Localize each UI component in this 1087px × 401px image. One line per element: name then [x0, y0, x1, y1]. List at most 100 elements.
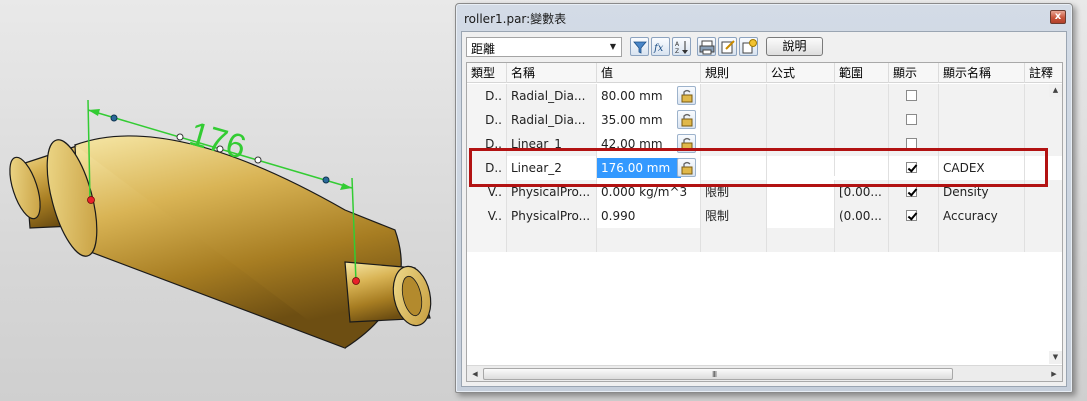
- lock-button[interactable]: [677, 134, 696, 153]
- value-text-selected[interactable]: 176.00 mm: [597, 158, 681, 178]
- cell-show[interactable]: [889, 108, 939, 132]
- cell-rule[interactable]: [701, 156, 767, 180]
- scrollbar-thumb[interactable]: III: [483, 368, 953, 380]
- header-rule[interactable]: 規則: [701, 63, 767, 83]
- cell-formula[interactable]: [767, 108, 835, 132]
- formula-button[interactable]: fx: [651, 37, 670, 56]
- cell-rule[interactable]: 限制: [701, 204, 767, 228]
- cell-rule[interactable]: 限制: [701, 180, 767, 204]
- cell-value[interactable]: 35.00 mm: [597, 108, 701, 132]
- show-checkbox-checked[interactable]: [906, 210, 917, 221]
- cell-value[interactable]: 42.00 mm: [597, 132, 701, 156]
- cell-comment[interactable]: [1025, 132, 1062, 156]
- header-show[interactable]: 顯示: [889, 63, 939, 83]
- cell-value[interactable]: 0.000 kg/m^3: [597, 180, 701, 204]
- cell-value[interactable]: 80.00 mm: [597, 84, 701, 108]
- cell-display-name[interactable]: [939, 84, 1025, 108]
- scroll-down-arrow[interactable]: ▼: [1049, 351, 1062, 364]
- lock-button[interactable]: [677, 110, 696, 129]
- table-row[interactable]: D.. Radial_Dia... 35.00 mm: [467, 108, 1062, 132]
- cell-show[interactable]: [889, 204, 939, 228]
- show-checkbox[interactable]: [906, 138, 917, 149]
- lock-button[interactable]: [677, 158, 696, 177]
- cell-show[interactable]: [889, 132, 939, 156]
- cell-show[interactable]: [889, 180, 939, 204]
- cell-comment[interactable]: [1025, 108, 1062, 132]
- title-bar[interactable]: roller1.par:變數表 x: [456, 4, 1072, 30]
- cell-show[interactable]: [889, 156, 939, 180]
- cell-show[interactable]: [889, 228, 939, 252]
- cell-display-name[interactable]: Density: [939, 180, 1025, 204]
- cell-display-name[interactable]: [939, 228, 1025, 252]
- cell-range[interactable]: [835, 84, 889, 108]
- header-range[interactable]: 範圍: [835, 63, 889, 83]
- horizontal-scrollbar[interactable]: ◀ III ▶: [467, 365, 1062, 381]
- cell-name[interactable]: PhysicalPro...: [507, 204, 597, 228]
- cell-display-name[interactable]: [939, 108, 1025, 132]
- model-viewport[interactable]: 176: [0, 0, 455, 401]
- chevron-down-icon[interactable]: ▼: [605, 38, 621, 56]
- cell-rule[interactable]: [701, 84, 767, 108]
- cell-formula[interactable]: [767, 228, 835, 252]
- print-button[interactable]: [697, 37, 716, 56]
- table-row[interactable]: D.. Linear_1 42.00 mm: [467, 132, 1062, 156]
- add-variable-button[interactable]: [739, 37, 758, 56]
- cell-comment[interactable]: [1025, 156, 1062, 180]
- cell-value[interactable]: 0.990: [597, 204, 701, 228]
- cell-rule[interactable]: [701, 132, 767, 156]
- cell-name[interactable]: [507, 228, 597, 252]
- show-checkbox[interactable]: [906, 90, 917, 101]
- header-formula[interactable]: 公式: [767, 63, 835, 83]
- cell-display-name[interactable]: CADEX: [939, 156, 1025, 180]
- scroll-right-arrow[interactable]: ▶: [1047, 367, 1061, 381]
- filter-button[interactable]: [630, 37, 649, 56]
- cell-comment[interactable]: [1025, 180, 1062, 204]
- cell-name[interactable]: Linear_1: [507, 132, 597, 156]
- cell-comment[interactable]: [1025, 204, 1062, 228]
- cell-range[interactable]: [835, 132, 889, 156]
- edit-button[interactable]: [718, 37, 737, 56]
- new-row[interactable]: [467, 228, 1062, 252]
- cell-range[interactable]: [835, 228, 889, 252]
- scroll-up-arrow[interactable]: ▲: [1049, 84, 1062, 97]
- table-row[interactable]: D.. Radial_Dia... 80.00 mm: [467, 84, 1062, 108]
- table-row-selected[interactable]: D.. Linear_2 176.00 mm CADEX: [467, 156, 1062, 182]
- cell-range[interactable]: [0.00...: [835, 180, 889, 204]
- cell-name[interactable]: Radial_Dia...: [507, 108, 597, 132]
- cell-value[interactable]: 176.00 mm: [597, 156, 701, 180]
- cell-range[interactable]: [835, 108, 889, 132]
- scroll-left-arrow[interactable]: ◀: [468, 367, 482, 381]
- cell-name[interactable]: PhysicalPro...: [507, 180, 597, 204]
- show-checkbox-checked[interactable]: [906, 186, 917, 197]
- cell-display-name[interactable]: [939, 132, 1025, 156]
- cell-rule[interactable]: [701, 228, 767, 252]
- variable-grid[interactable]: 類型 名稱 值 規則 公式 範圍 顯示 顯示名稱 註釋 D.. Radial_D…: [466, 62, 1063, 382]
- cell-formula[interactable]: [767, 180, 835, 204]
- show-checkbox[interactable]: [906, 114, 917, 125]
- sort-button[interactable]: AZ: [672, 37, 691, 56]
- type-filter-select[interactable]: 距離 ▼: [466, 37, 622, 57]
- close-button[interactable]: x: [1050, 10, 1066, 24]
- cell-formula[interactable]: [767, 204, 835, 228]
- header-value[interactable]: 值: [597, 63, 701, 83]
- table-row[interactable]: V.. PhysicalPro... 0.000 kg/m^3 限制 [0.00…: [467, 180, 1062, 204]
- table-row[interactable]: V.. PhysicalPro... 0.990 限制 (0.00... Acc…: [467, 204, 1062, 228]
- cell-display-name[interactable]: Accuracy: [939, 204, 1025, 228]
- lock-button[interactable]: [677, 86, 696, 105]
- header-comment[interactable]: 註釋: [1025, 63, 1062, 83]
- show-checkbox-checked[interactable]: [906, 162, 917, 173]
- cell-formula[interactable]: [767, 132, 835, 156]
- header-name[interactable]: 名稱: [507, 63, 597, 83]
- cell-range[interactable]: (0.00...: [835, 204, 889, 228]
- cell-range[interactable]: [835, 156, 889, 180]
- header-display-name[interactable]: 顯示名稱: [939, 63, 1025, 83]
- cell-rule[interactable]: [701, 108, 767, 132]
- cell-name[interactable]: Radial_Dia...: [507, 84, 597, 108]
- cell-value[interactable]: [597, 228, 701, 252]
- header-type[interactable]: 類型: [467, 63, 507, 83]
- cell-show[interactable]: [889, 84, 939, 108]
- help-button[interactable]: 說明: [766, 37, 823, 56]
- cell-name[interactable]: Linear_2: [507, 156, 597, 180]
- variable-table-dialog[interactable]: roller1.par:變數表 x 距離 ▼ fx AZ 說明 類型 名稱 值 …: [455, 3, 1073, 393]
- cell-formula[interactable]: [767, 84, 835, 108]
